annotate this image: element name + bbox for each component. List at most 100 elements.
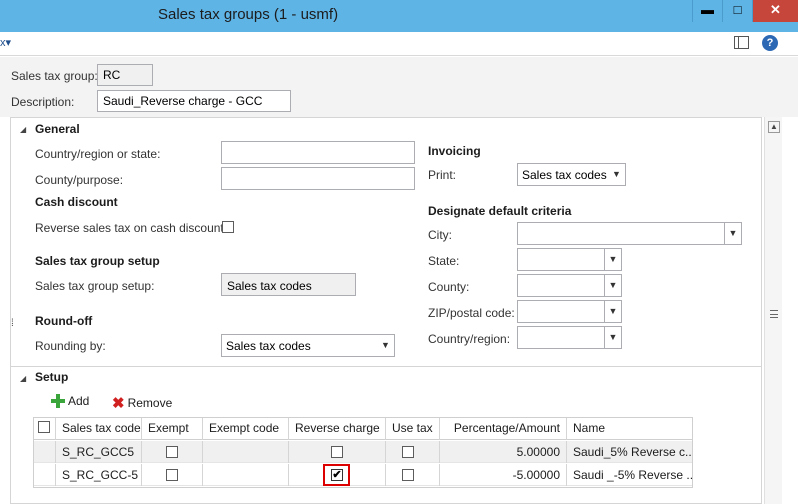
layout-icon[interactable] [734, 36, 749, 49]
county-purpose-label: County/purpose: [35, 173, 124, 187]
rounding-by-label: Rounding by: [35, 339, 106, 353]
sales-tax-code-cell[interactable]: S_RC_GCC-5 [56, 464, 142, 486]
splitter-handle-icon[interactable]: ⁞ [11, 318, 14, 329]
description-field[interactable]: Saudi_Reverse charge - GCC [97, 90, 291, 112]
sales-tax-group-setup-label: Sales tax group setup: [35, 279, 155, 293]
percentage-amount-cell[interactable]: 5.00000 [440, 441, 567, 463]
select-all-checkbox[interactable] [38, 421, 50, 433]
help-icon[interactable]: ? [762, 35, 778, 51]
county-label: County: [428, 280, 470, 294]
reverse-tax-cash-discount-checkbox[interactable] [222, 221, 234, 233]
description-label: Description: [11, 95, 75, 109]
window-title: Sales tax groups (1 - usmf) [158, 6, 339, 23]
reverse-charge-checkbox[interactable]: ✔ [331, 469, 343, 481]
header-area: Sales tax group: RC Description: Saudi_R… [0, 57, 798, 117]
section-divider [10, 366, 762, 367]
zip-postal-code-label: ZIP/postal code: [428, 306, 515, 320]
zip-postal-code-select[interactable]: ▼ [517, 300, 622, 323]
chevron-down-icon: ▼ [381, 340, 390, 350]
table-row[interactable]: S_RC_GCC-5 ✔ -5.00000 Saudi _-5% Reverse… [34, 464, 692, 486]
menu-dropdown[interactable]: x▾ [0, 36, 11, 49]
remove-button[interactable]: ✖ Remove [112, 394, 173, 412]
reverse-tax-cash-discount-label: Reverse sales tax on cash discount: [35, 221, 228, 235]
exempt-cell [142, 441, 203, 463]
chevron-down-icon: ▼ [604, 249, 621, 270]
name-cell[interactable]: Saudi_5% Reverse c... [567, 441, 692, 463]
sales-tax-group-label: Sales tax group: [11, 69, 98, 83]
select-all-cell [34, 418, 56, 440]
chevron-down-icon: ▼ [612, 169, 621, 179]
exempt-checkbox[interactable] [166, 469, 178, 481]
reverse-charge-cell: ✔ [289, 464, 386, 486]
name-cell[interactable]: Saudi _-5% Reverse ... [567, 464, 692, 486]
row-selector[interactable] [34, 441, 56, 463]
rounding-by-value: Sales tax codes [226, 339, 311, 353]
county-purpose-field[interactable] [221, 167, 415, 190]
percentage-amount-cell[interactable]: -5.00000 [440, 464, 567, 486]
general-section-title[interactable]: General [35, 122, 80, 136]
collapse-setup-icon[interactable]: ◢ [20, 374, 26, 383]
city-label: City: [428, 228, 452, 242]
plus-icon [51, 394, 65, 408]
country-region2-select[interactable]: ▼ [517, 326, 622, 349]
column-header[interactable]: Reverse charge [289, 418, 386, 440]
column-header[interactable]: Use tax [386, 418, 440, 440]
column-header[interactable]: Name [567, 418, 692, 440]
maximize-button[interactable]: □ [722, 0, 752, 22]
designate-criteria-heading: Designate default criteria [428, 204, 572, 218]
print-value: Sales tax codes [522, 168, 607, 182]
country-region-label: Country/region or state: [35, 147, 161, 161]
sales-tax-group-setup-button[interactable]: Sales tax codes [221, 273, 356, 296]
rounding-by-select[interactable]: Sales tax codes ▼ [221, 334, 395, 357]
remove-icon: ✖ [112, 395, 125, 412]
column-header[interactable]: Exempt [142, 418, 203, 440]
row-selector[interactable] [34, 464, 56, 486]
remove-button-label: Remove [127, 396, 173, 410]
country-region2-label: Country/region: [428, 332, 511, 346]
scroll-up-icon[interactable]: ▲ [768, 121, 780, 133]
chevron-down-icon: ▼ [724, 223, 741, 244]
add-button[interactable]: Add [51, 394, 89, 410]
chevron-down-icon: ▼ [604, 301, 621, 322]
state-select[interactable]: ▼ [517, 248, 622, 271]
column-header[interactable]: Percentage/Amount [440, 418, 567, 440]
sales-tax-group-setup-heading: Sales tax group setup [35, 254, 160, 268]
reverse-charge-cell [289, 441, 386, 463]
country-region-field[interactable] [221, 141, 415, 164]
add-button-label: Add [68, 394, 90, 408]
use-tax-checkbox[interactable] [402, 469, 414, 481]
table-row[interactable]: S_RC_GCC5 5.00000 Saudi_5% Reverse c... [34, 441, 692, 463]
city-select[interactable]: ▼ [517, 222, 742, 245]
setup-section-title[interactable]: Setup [35, 370, 68, 384]
column-header[interactable]: Exempt code [203, 418, 289, 440]
column-header[interactable]: Sales tax code [56, 418, 142, 440]
state-label: State: [428, 254, 460, 268]
minimize-button[interactable]: ▬ [692, 0, 722, 22]
round-off-heading: Round-off [35, 314, 93, 328]
use-tax-checkbox[interactable] [402, 446, 414, 458]
vertical-scrollbar[interactable]: ▲ [764, 117, 782, 504]
exempt-cell [142, 464, 203, 486]
chevron-down-icon: ▼ [604, 275, 621, 296]
county-select[interactable]: ▼ [517, 274, 622, 297]
use-tax-cell [386, 464, 440, 486]
cash-discount-heading: Cash discount [35, 195, 118, 209]
sales-tax-group-field[interactable]: RC [97, 64, 153, 86]
chevron-down-icon: ▼ [604, 327, 621, 348]
grid-header-row: Sales tax code Exempt Exempt code Revers… [34, 418, 692, 440]
sales-tax-code-cell[interactable]: S_RC_GCC5 [56, 441, 142, 463]
command-bar: x▾ ? [0, 32, 798, 56]
collapse-general-icon[interactable]: ◢ [20, 125, 26, 134]
reverse-charge-checkbox[interactable] [331, 446, 343, 458]
title-bar: Sales tax groups (1 - usmf) ▬ □ ✕ [0, 0, 798, 32]
print-label: Print: [428, 168, 457, 182]
invoicing-heading: Invoicing [428, 144, 481, 158]
exempt-code-cell[interactable] [203, 441, 289, 463]
setup-grid: Sales tax code Exempt Exempt code Revers… [33, 417, 693, 488]
exempt-checkbox[interactable] [166, 446, 178, 458]
scroll-grip-icon[interactable] [770, 310, 778, 318]
print-select[interactable]: Sales tax codes ▼ [517, 163, 626, 186]
highlight-box: ✔ [323, 464, 350, 486]
close-button[interactable]: ✕ [752, 0, 798, 22]
exempt-code-cell[interactable] [203, 464, 289, 486]
